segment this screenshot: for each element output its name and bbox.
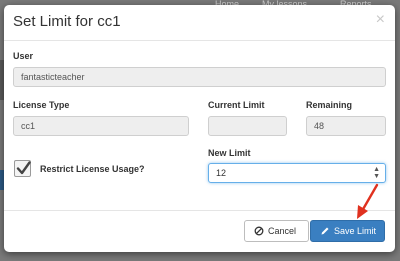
new-limit-input[interactable]: 12 ▲ ▼	[208, 163, 386, 183]
ban-icon	[254, 226, 264, 236]
user-label: User	[13, 51, 34, 61]
current-limit-field	[208, 116, 287, 136]
save-limit-button[interactable]: Save Limit	[310, 220, 385, 242]
cancel-button-label: Cancel	[268, 226, 297, 236]
dialog-header: Set Limit for cc1 ×	[4, 5, 395, 41]
license-type-field: cc1	[13, 116, 189, 136]
save-limit-button-label: Save Limit	[334, 226, 377, 236]
remaining-field: 48	[306, 116, 386, 136]
set-limit-dialog: Set Limit for cc1 × User fantasticteache…	[4, 5, 395, 252]
new-limit-label: New Limit	[208, 148, 251, 158]
checkmark-icon	[16, 161, 31, 175]
remaining-label: Remaining	[306, 100, 353, 110]
user-field: fantasticteacher	[13, 67, 386, 87]
dialog-title: Set Limit for cc1	[13, 13, 121, 30]
number-spinner-icon[interactable]: ▲ ▼	[373, 166, 380, 180]
cancel-button[interactable]: Cancel	[244, 220, 309, 242]
restrict-license-label: Restrict License Usage?	[40, 164, 145, 174]
close-icon[interactable]: ×	[376, 11, 385, 29]
new-limit-value: 12	[216, 168, 227, 178]
license-type-label: License Type	[13, 100, 70, 110]
pencil-icon	[321, 227, 329, 235]
current-limit-label: Current Limit	[208, 100, 265, 110]
restrict-license-checkbox[interactable]	[14, 160, 31, 177]
